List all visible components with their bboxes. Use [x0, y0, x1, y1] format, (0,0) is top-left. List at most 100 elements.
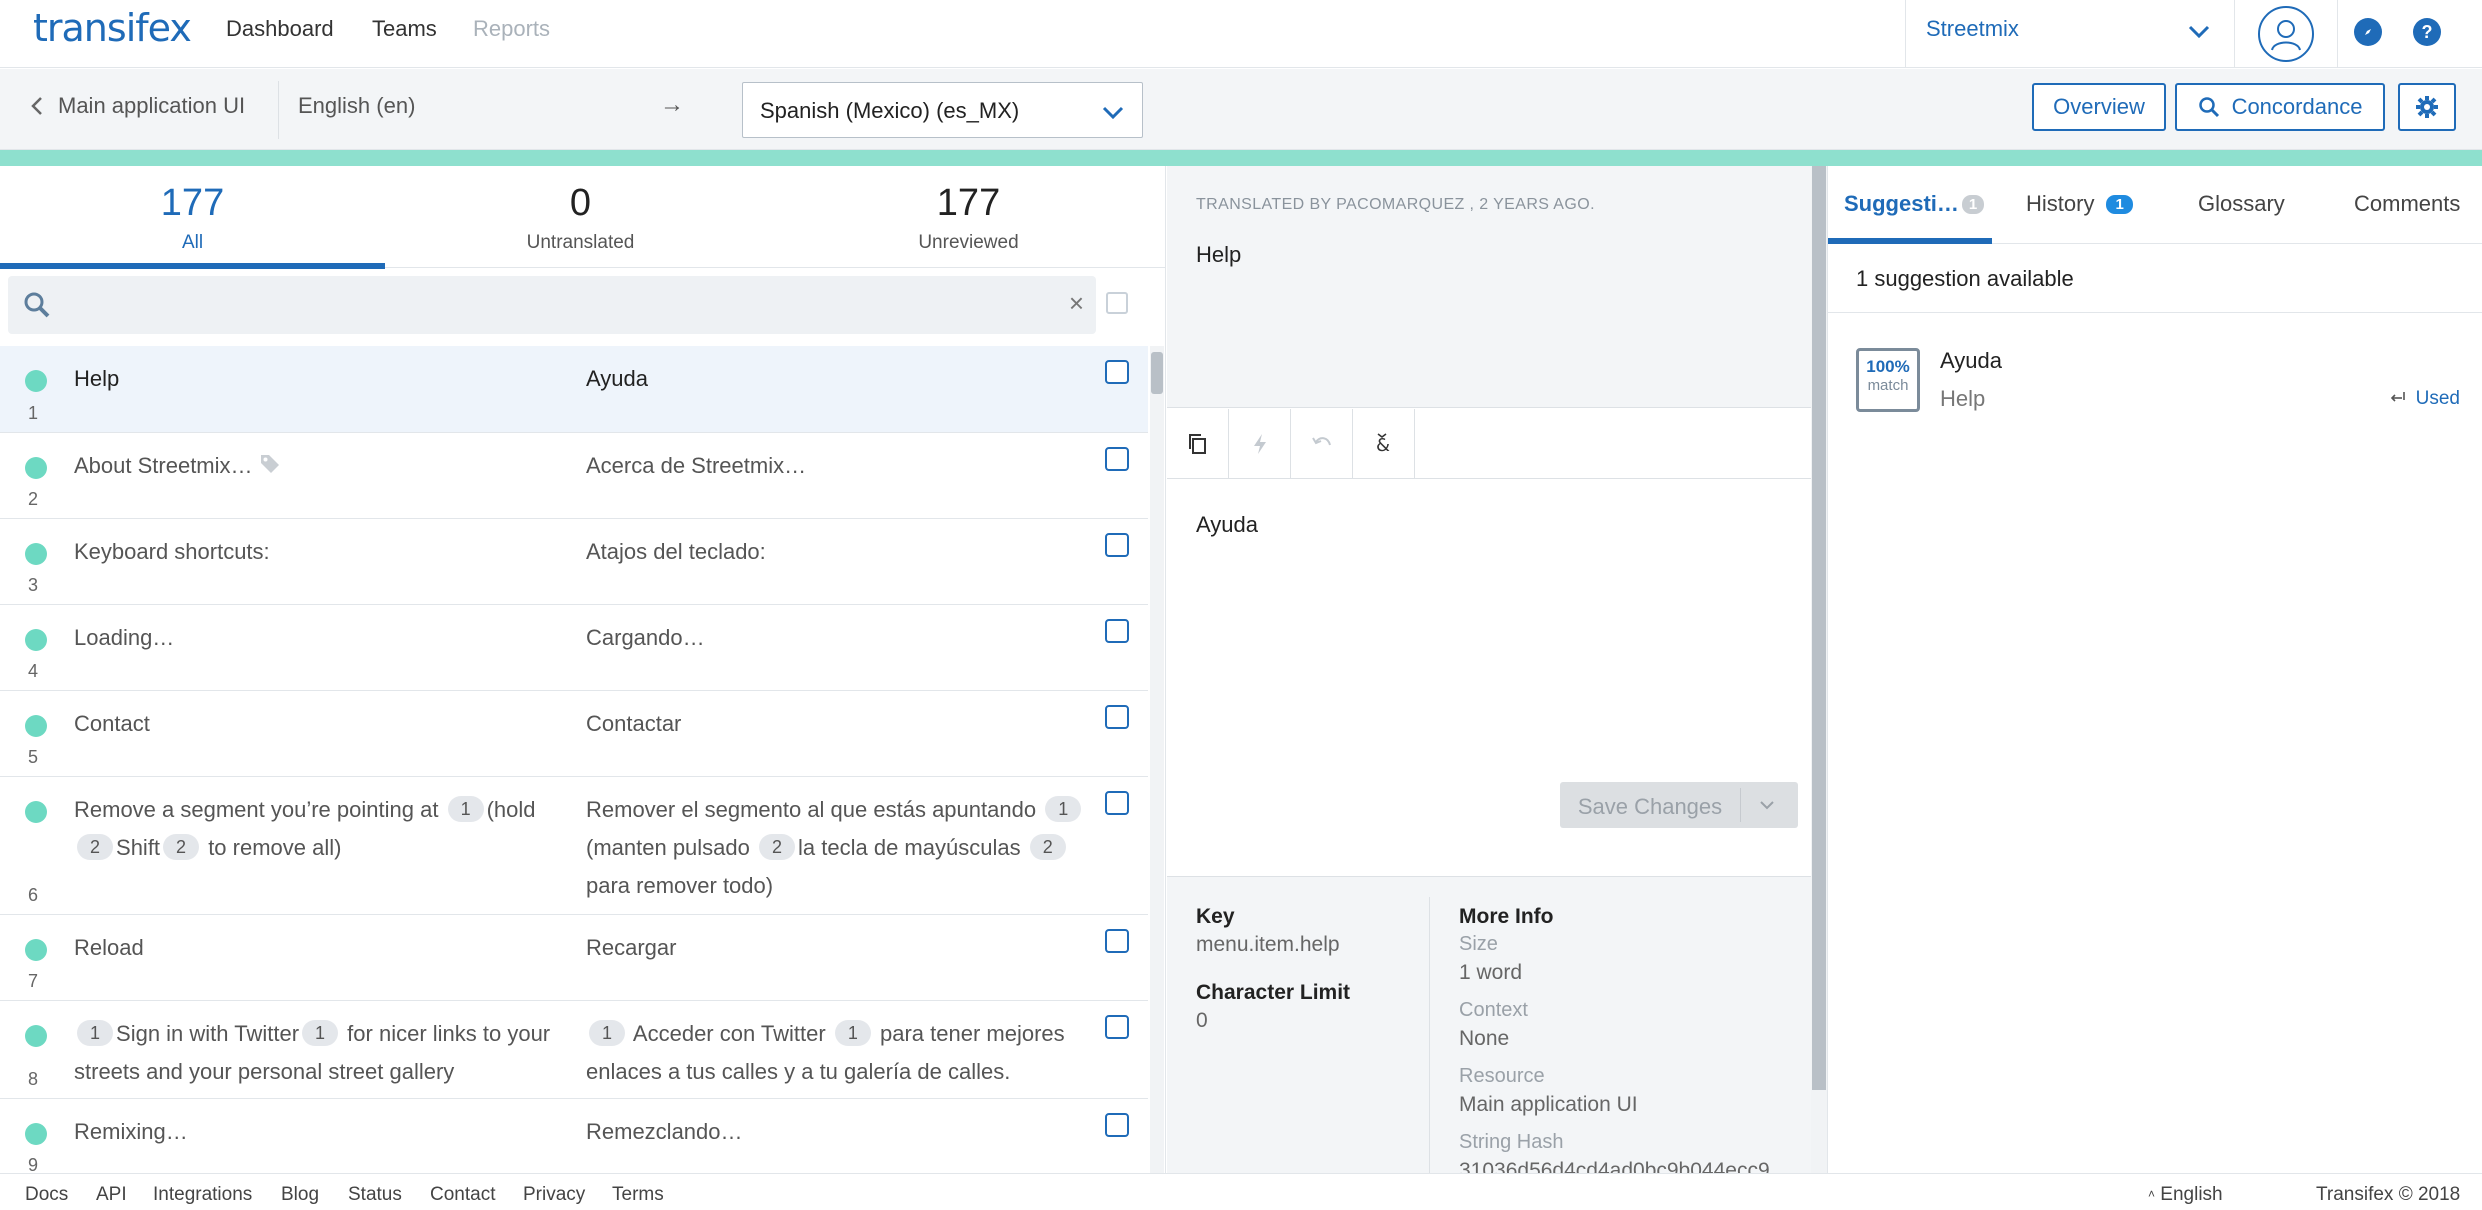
footer-link-docs[interactable]: Docs	[25, 1184, 68, 1206]
tab-unreviewed[interactable]: 177 Unreviewed	[776, 166, 1161, 268]
special-characters-button[interactable]: &	[1353, 409, 1415, 479]
row-checkbox[interactable]	[1105, 791, 1129, 815]
table-row[interactable]: Remixing… Remezclando… 9	[0, 1099, 1148, 1173]
use-suggestion-link[interactable]: Used	[2390, 388, 2460, 410]
table-row[interactable]: Help Ayuda 1	[0, 346, 1148, 433]
tab-suggestions[interactable]: Suggesti… 1	[1844, 191, 1985, 217]
tab-label: History	[2026, 191, 2095, 216]
nav-reports[interactable]: Reports	[473, 16, 550, 42]
translation-text: Acceder con Twitter	[632, 1021, 826, 1046]
row-number: 7	[28, 971, 39, 991]
overview-button[interactable]: Overview	[2032, 83, 2166, 131]
editor-panel: TRANSLATED BY PACOMARQUEZ , 2 YEARS AGO.…	[1167, 166, 1827, 1173]
save-changes-button[interactable]: Save Changes	[1560, 782, 1798, 828]
translation-string: Recargar	[586, 935, 677, 960]
table-row[interactable]: Keyboard shortcuts: Atajos del teclado: …	[0, 519, 1148, 605]
table-row[interactable]: Remove a segment you’re pointing at 1 (ho…	[0, 777, 1148, 915]
user-icon	[2271, 20, 2301, 51]
avatar[interactable]	[2258, 6, 2314, 62]
source-string: Contact	[74, 711, 150, 736]
translation-text: (manten pulsado	[586, 835, 750, 860]
compass-icon[interactable]	[2354, 18, 2382, 46]
source-text: Shift	[116, 835, 161, 860]
search-input[interactable]: ×	[8, 276, 1096, 334]
status-dot	[25, 1025, 47, 1047]
row-checkbox[interactable]	[1105, 619, 1129, 643]
side-tabs: Suggesti… 1 History 1 Glossary Comments	[1828, 166, 2482, 244]
chevron-down-icon[interactable]	[1758, 796, 1776, 814]
chevron-up-icon: ˄	[2148, 1187, 2156, 1201]
help-icon[interactable]: ?	[2413, 18, 2441, 46]
footer: Docs API Integrations Blog Status Contac…	[0, 1173, 2482, 1210]
row-number: 4	[28, 661, 39, 681]
settings-button[interactable]	[2398, 83, 2456, 131]
size-label: Size	[1459, 933, 1498, 955]
source-text: Remove a segment you’re pointing at	[74, 797, 439, 822]
row-checkbox[interactable]	[1105, 1113, 1129, 1137]
row-number: 6	[28, 885, 39, 905]
status-dot	[25, 543, 47, 565]
translation-string: Contactar	[586, 711, 682, 736]
back-link[interactable]: Main application UI	[30, 93, 245, 119]
key-value: menu.item.help	[1196, 933, 1340, 956]
translation-string: Remover el segmento al que estás apuntan…	[586, 791, 1106, 905]
nav-dashboard[interactable]: Dashboard	[226, 16, 334, 42]
nav-teams[interactable]: Teams	[372, 16, 437, 42]
label-unreviewed: Unreviewed	[918, 232, 1019, 253]
tab-all[interactable]: 177 All	[0, 166, 385, 269]
table-row[interactable]: Reload Recargar 7	[0, 915, 1148, 1001]
tab-history[interactable]: History 1	[2026, 191, 2133, 217]
label-all: All	[181, 232, 204, 253]
placeholder-token: 1	[589, 1020, 626, 1046]
svg-text:&: &	[1376, 435, 1390, 456]
list-scrollbar[interactable]	[1150, 346, 1164, 1173]
table-row[interactable]: Loading… Cargando… 4	[0, 605, 1148, 691]
list-scroll-thumb[interactable]	[1151, 352, 1163, 394]
table-row[interactable]: 1 Sign in with Twitter 1 for nicer links t…	[0, 1001, 1148, 1099]
string-info-pane: Key menu.item.help Character Limit 0 Mor…	[1167, 876, 1811, 1173]
label-untranslated: Untranslated	[526, 232, 635, 253]
row-checkbox[interactable]	[1105, 1015, 1129, 1039]
divider	[1740, 788, 1741, 822]
table-row[interactable]: About Streetmix… Acerca de Streetmix… 2	[0, 433, 1148, 519]
translation-string: Atajos del teclado:	[586, 539, 766, 564]
auto-translate-button[interactable]	[1229, 409, 1291, 479]
tab-untranslated[interactable]: 0 Untranslated	[388, 166, 773, 268]
status-dot	[25, 457, 47, 479]
clear-search-icon[interactable]: ×	[1069, 288, 1084, 319]
divider	[2337, 0, 2338, 68]
tab-comments[interactable]: Comments	[2354, 191, 2460, 217]
footer-link-terms[interactable]: Terms	[612, 1184, 664, 1206]
copy-source-button[interactable]	[1167, 409, 1229, 479]
undo-button[interactable]	[1291, 409, 1353, 479]
active-tab-indicator	[1828, 238, 1992, 244]
translation-editor[interactable]: Ayuda	[1196, 512, 1258, 538]
select-all-checkbox[interactable]	[1106, 292, 1128, 314]
org-switcher[interactable]: Streetmix	[1905, 0, 2235, 68]
footer-link-contact[interactable]: Contact	[430, 1184, 495, 1206]
project-bar: Main application UI English (en) → Spani…	[0, 69, 2482, 150]
transifex-logo[interactable]: transifex	[33, 6, 192, 50]
footer-link-api[interactable]: API	[96, 1184, 127, 1206]
suggestion-translation[interactable]: Ayuda	[1940, 348, 2002, 374]
source-pane: TRANSLATED BY PACOMARQUEZ , 2 YEARS AGO.…	[1167, 166, 1811, 408]
footer-link-status[interactable]: Status	[348, 1184, 402, 1206]
footer-link-blog[interactable]: Blog	[281, 1184, 319, 1206]
row-checkbox[interactable]	[1105, 447, 1129, 471]
row-number: 2	[28, 489, 39, 509]
tag-icon[interactable]	[259, 453, 281, 475]
table-row[interactable]: Contact Contactar 5	[0, 691, 1148, 777]
row-checkbox[interactable]	[1105, 705, 1129, 729]
row-checkbox[interactable]	[1105, 533, 1129, 557]
target-language-select[interactable]: Spanish (Mexico) (es_MX)	[742, 82, 1143, 138]
footer-link-privacy[interactable]: Privacy	[523, 1184, 585, 1206]
row-checkbox[interactable]	[1105, 929, 1129, 953]
footer-link-integrations[interactable]: Integrations	[153, 1184, 252, 1206]
row-checkbox[interactable]	[1105, 360, 1129, 384]
footer-language-selector[interactable]: ˄ English	[2148, 1184, 2223, 1206]
copy-icon	[1188, 434, 1206, 454]
concordance-button[interactable]: Concordance	[2175, 83, 2385, 131]
editor-scroll-thumb[interactable]	[1812, 166, 1826, 1090]
tab-glossary[interactable]: Glossary	[2198, 191, 2285, 217]
target-language-value: Spanish (Mexico) (es_MX)	[760, 98, 1020, 123]
